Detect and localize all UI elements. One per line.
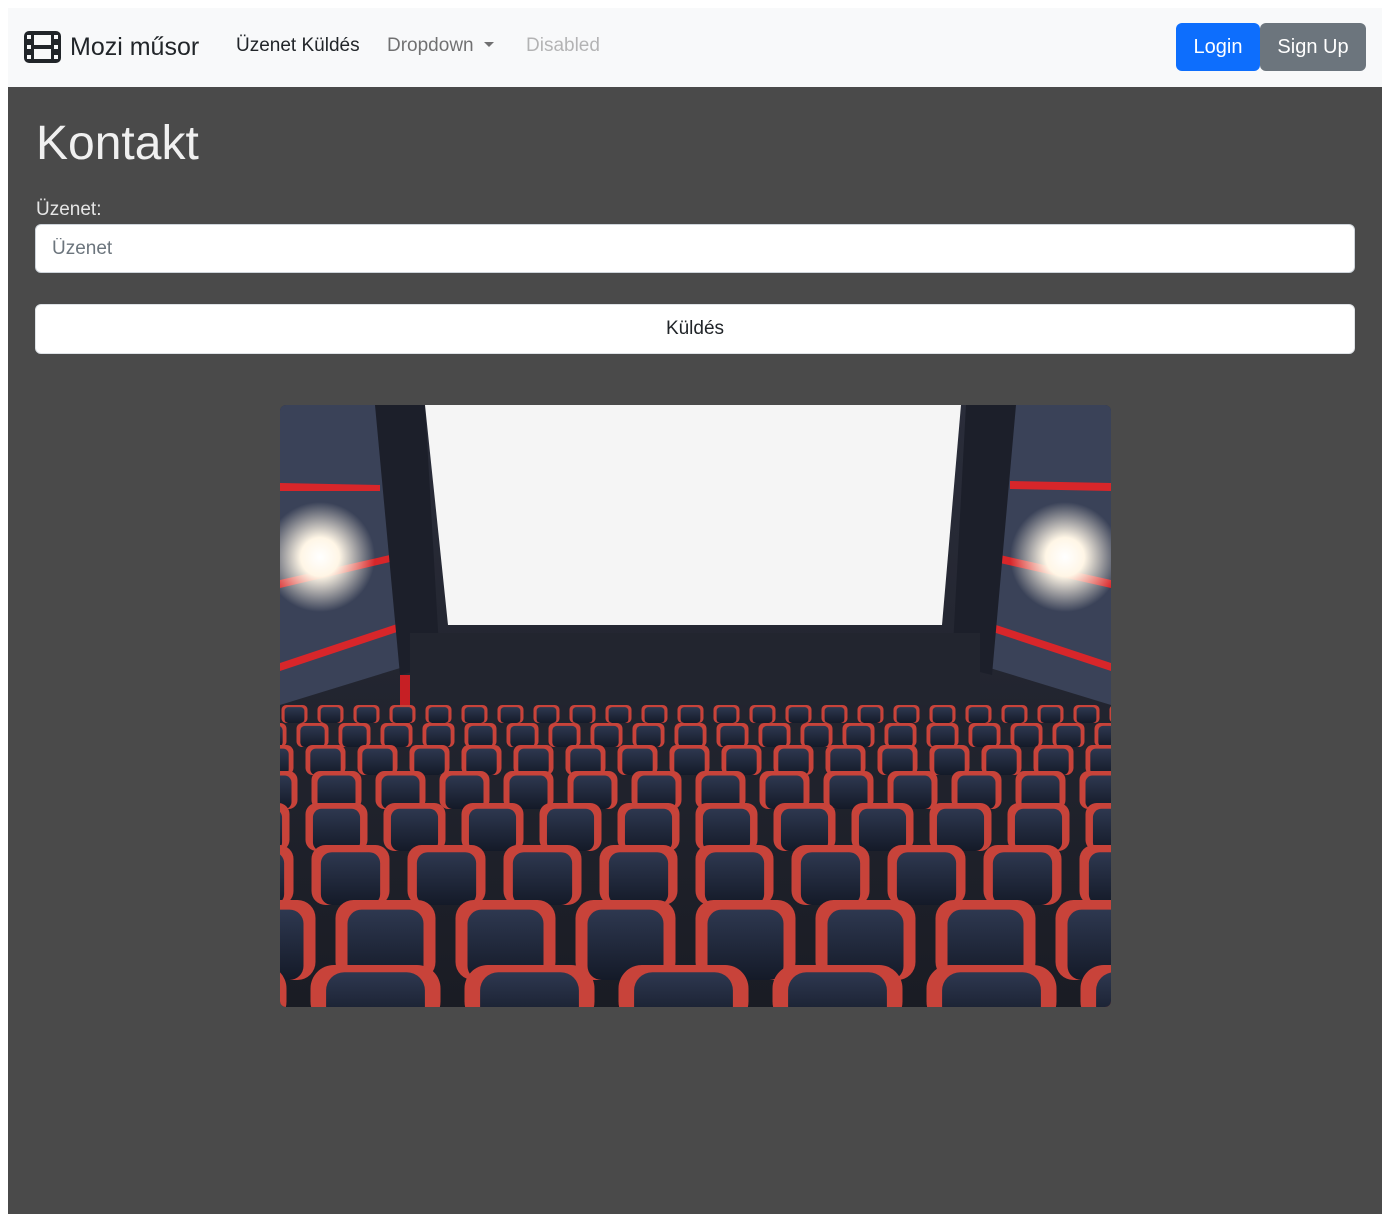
- nav-link-dropdown[interactable]: Dropdown: [387, 35, 494, 57]
- nav-link-uzenet-kuldes[interactable]: Üzenet Küldés: [236, 35, 360, 57]
- seat-back: [704, 852, 765, 905]
- seat-back: [762, 725, 787, 747]
- seat-back: [300, 725, 325, 747]
- dropdown-label: Dropdown: [387, 35, 474, 56]
- seat-back: [788, 972, 887, 1007]
- seat-back: [752, 707, 773, 723]
- seat-back: [392, 707, 413, 723]
- seat-back: [464, 707, 485, 723]
- page-title: Kontakt: [36, 117, 199, 170]
- seat-back: [320, 852, 381, 905]
- seat-back: [546, 808, 595, 851]
- seat-back: [1004, 707, 1025, 723]
- seat-back: [824, 707, 845, 723]
- seat-back: [932, 707, 953, 723]
- seat-back: [678, 725, 703, 747]
- seat-back: [320, 707, 341, 723]
- seat-back: [634, 972, 733, 1007]
- seat-back: [426, 725, 451, 747]
- seat-back: [896, 707, 917, 723]
- seat-back: [594, 725, 619, 747]
- seat-back: [312, 808, 361, 851]
- cinema-image: [280, 405, 1111, 1007]
- seat-back: [720, 725, 745, 747]
- seat-back: [992, 852, 1053, 905]
- seat-back: [1098, 725, 1111, 747]
- seat-back: [788, 707, 809, 723]
- seat-back: [414, 748, 445, 775]
- seat-back: [800, 852, 861, 905]
- navbar: Mozi műsor Üzenet Küldés Dropdown Disabl…: [8, 8, 1382, 87]
- seat-back: [1014, 725, 1039, 747]
- seat-back: [326, 972, 425, 1007]
- seat-back: [896, 852, 957, 905]
- send-button[interactable]: Küldés: [35, 304, 1355, 354]
- seat-back: [680, 707, 701, 723]
- seat-back: [858, 808, 907, 851]
- seat-back: [480, 972, 579, 1007]
- seat-back: [636, 725, 661, 747]
- caret-down-icon: [483, 42, 494, 47]
- seat-back: [390, 808, 439, 851]
- seat-back: [284, 707, 305, 723]
- seat-back: [968, 707, 989, 723]
- seat-back: [780, 808, 829, 851]
- seat-back: [280, 726, 283, 747]
- seat-back: [416, 852, 477, 905]
- seat-back: [552, 725, 577, 747]
- seat-back: [572, 707, 593, 723]
- seat-back: [1040, 707, 1061, 723]
- brand-link[interactable]: Mozi műsor: [23, 30, 199, 64]
- seat-back: [674, 748, 705, 775]
- seat-back: [608, 707, 629, 723]
- seat-back: [280, 909, 304, 980]
- seat-back: [468, 808, 517, 851]
- seat-back: [1088, 852, 1111, 905]
- seat-back: [644, 707, 665, 723]
- seat-back: [1092, 808, 1111, 851]
- message-label: Üzenet:: [36, 199, 102, 220]
- seat-back: [716, 707, 737, 723]
- login-button[interactable]: Login: [1176, 23, 1260, 71]
- seat-back: [1076, 707, 1097, 723]
- seat-back: [342, 725, 367, 747]
- nav-link-disabled: Disabled: [526, 35, 600, 56]
- seat-back: [942, 972, 1041, 1007]
- seat-back: [384, 725, 409, 747]
- seat-back: [936, 808, 985, 851]
- seat-back: [468, 725, 493, 747]
- seat-back: [1014, 808, 1063, 851]
- seat-back: [930, 725, 955, 747]
- seat-back: [624, 808, 673, 851]
- seat-back: [428, 707, 449, 723]
- brand-text: Mozi műsor: [70, 32, 200, 61]
- message-input[interactable]: [35, 224, 1355, 273]
- film-icon: [24, 31, 61, 63]
- cinema-auditorium-illustration: [280, 405, 1111, 1007]
- seat-back: [536, 707, 557, 723]
- seat-back: [846, 725, 871, 747]
- seat-back: [280, 854, 285, 903]
- seat-back: [500, 707, 521, 723]
- seat-back: [510, 725, 535, 747]
- seat-back: [608, 852, 669, 905]
- seat-back: [702, 808, 751, 851]
- seat-back: [972, 725, 997, 747]
- seat-back: [1056, 725, 1081, 747]
- seat-back: [888, 725, 913, 747]
- seat-back: [860, 707, 881, 723]
- seat-back: [804, 725, 829, 747]
- seat-back: [512, 852, 573, 905]
- page-frame: Mozi műsor Üzenet Küldés Dropdown Disabl…: [8, 8, 1382, 1214]
- seat-back: [356, 707, 377, 723]
- signup-button[interactable]: Sign Up: [1260, 23, 1366, 71]
